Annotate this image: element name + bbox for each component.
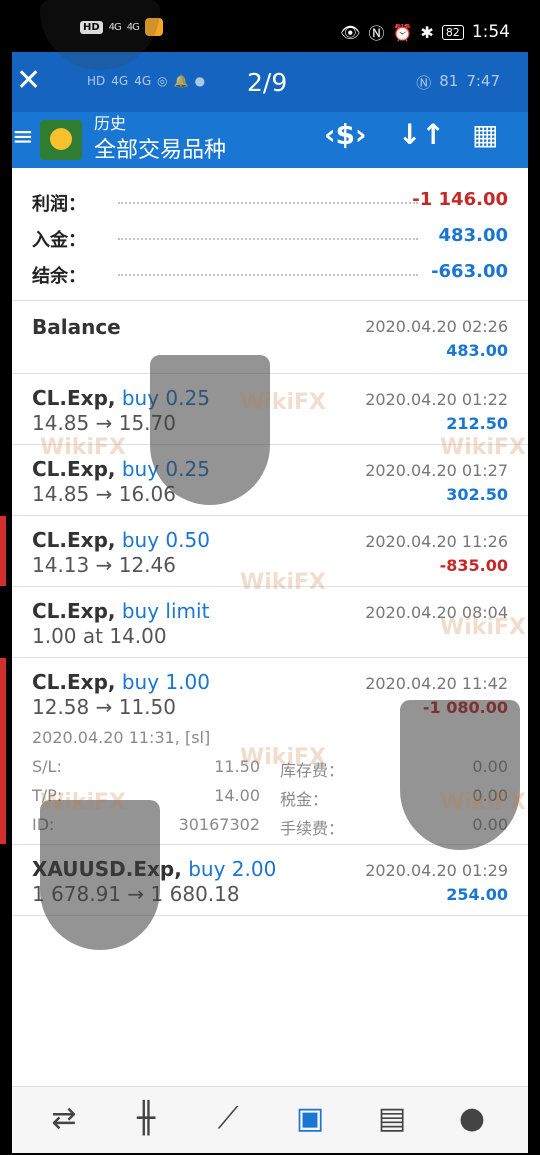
- trade-profit: 483.00: [446, 341, 508, 360]
- signal-icon-2: 4G: [126, 21, 140, 33]
- trade-profit: 254.00: [446, 885, 508, 904]
- calendar-icon[interactable]: ▦: [472, 118, 498, 151]
- summary-profit: 利润： -1 146.00: [12, 180, 528, 216]
- news-icon[interactable]: ▤: [372, 1099, 412, 1139]
- trade-profit: 302.50: [446, 485, 508, 504]
- trade-prices: 12.58 → 11.50: [32, 695, 176, 719]
- summary-deposit: 入金： 483.00: [12, 216, 528, 252]
- trade-date: 2020.04.20 01:27: [365, 461, 508, 480]
- clock: 1:54: [471, 22, 510, 42]
- trade-symbol: Balance: [32, 315, 121, 339]
- trade-profit: -835.00: [439, 556, 508, 575]
- trade-symbol: CL.Exp,: [32, 599, 116, 623]
- status-bar: HD 4G 4G 👁 Ⓝ ⏰ ✱ 82 1:54: [0, 0, 540, 52]
- trade-date: 2020.04.20 01:29: [365, 861, 508, 880]
- trade-prices: 14.85 → 16.06: [32, 482, 176, 506]
- summary-value: -1 146.00: [412, 189, 508, 210]
- trade-prices: 14.13 → 12.46: [32, 553, 176, 577]
- trade-action: buy 1.00: [115, 670, 210, 694]
- summary-panel: 利润： -1 146.00 入金： 483.00 结余： -663.00: [12, 168, 528, 301]
- summary-label: 利润：: [32, 194, 86, 215]
- trade-symbol: CL.Exp,: [32, 386, 116, 410]
- summary-label: 结余：: [32, 266, 86, 287]
- summary-value: -663.00: [431, 261, 508, 282]
- trade-symbol: CL.Exp,: [32, 528, 116, 552]
- chat-icon[interactable]: ●: [452, 1099, 492, 1139]
- image-viewer-bar: ✕ HD 4G 4G ◎ 🔔 ● 2/9 Ⓝ 81 7:47: [12, 52, 528, 112]
- trade-prices: 1 678.91 → 1 680.18: [32, 882, 240, 906]
- trade-date: 2020.04.20 11:42: [365, 674, 508, 693]
- list-item-trade[interactable]: XAUUSD.Exp, buy 2.00 1 678.91 → 1 680.18…: [12, 845, 528, 916]
- inner-status-left: HD 4G 4G ◎ 🔔 ●: [87, 74, 206, 88]
- list-item-trade-expanded[interactable]: CL.Exp, buy 1.00 12.58 → 11.50 2020.04.2…: [0, 658, 528, 845]
- trade-symbol: CL.Exp,: [32, 670, 116, 694]
- trade-symbol: XAUUSD.Exp,: [32, 857, 182, 881]
- trade-date: 2020.04.20 01:22: [365, 390, 508, 409]
- trade-date: 2020.04.20 11:26: [365, 532, 508, 551]
- summary-balance: 结余： -663.00: [12, 252, 528, 288]
- signal-icon: 4G: [108, 21, 122, 33]
- alarm-icon: ⏰: [392, 22, 413, 42]
- trade-prices: 1.00 at 14.00: [32, 624, 167, 648]
- history-icon[interactable]: ▣: [290, 1099, 330, 1139]
- app-notification-icon: [144, 18, 163, 36]
- menu-icon[interactable]: ≡: [12, 122, 34, 152]
- trade-icon[interactable]: ⟋: [208, 1099, 248, 1139]
- trade-profit: -1 080.00: [422, 698, 508, 717]
- trade-date: 2020.04.20 08:04: [365, 603, 508, 622]
- app-toolbar: ≡ 历史 全部交易品种 ‹$› ↓↑ ▦: [12, 112, 528, 168]
- summary-value: 483.00: [438, 225, 508, 246]
- list-item-trade[interactable]: CL.Exp, buy 0.25 14.85 → 16.06 2020.04.2…: [12, 445, 528, 516]
- trade-action: buy limit: [115, 599, 210, 623]
- chart-icon[interactable]: ╫: [126, 1099, 166, 1139]
- toolbar-subtitle: 历史: [94, 114, 127, 133]
- trade-action: buy 0.50: [115, 528, 210, 552]
- bluetooth-icon: ✱: [420, 22, 434, 42]
- history-list[interactable]: 利润： -1 146.00 入金： 483.00 结余： -663.00 Bal…: [0, 168, 528, 1088]
- list-item-balance[interactable]: Balance 2020.04.20 02:26 483.00: [12, 301, 528, 374]
- trade-action: buy 2.00: [181, 857, 277, 881]
- list-item-order[interactable]: CL.Exp, buy limit 1.00 at 14.00 2020.04.…: [12, 587, 528, 658]
- trade-symbol: CL.Exp,: [32, 457, 116, 481]
- battery-icon: 82: [441, 24, 464, 40]
- trade-prices: 14.85 → 15.70: [32, 411, 176, 435]
- inner-time: 7:47: [466, 72, 500, 90]
- trade-action: buy 0.25: [115, 457, 210, 481]
- bottom-navigation: ⇄ ╫ ⟋ ▣ ▤ ●: [12, 1086, 528, 1153]
- close-icon[interactable]: ✕: [16, 66, 41, 96]
- currency-exchange-icon[interactable]: ‹$›: [324, 118, 367, 151]
- trade-date: 2020.04.20 02:26: [365, 317, 508, 336]
- summary-label: 入金：: [32, 230, 86, 251]
- page-title[interactable]: 全部交易品种: [94, 132, 226, 164]
- inner-status-right: Ⓝ 81 7:47: [416, 72, 500, 92]
- app-logo: [40, 120, 82, 160]
- hd-badge: HD: [80, 20, 103, 34]
- list-item-trade[interactable]: CL.Exp, buy 0.50 14.13 → 12.46 2020.04.2…: [0, 516, 528, 587]
- eye-icon: 👁: [340, 22, 361, 42]
- inner-battery: 81: [439, 72, 459, 90]
- page-counter: 2/9: [247, 68, 288, 97]
- nfc-icon: Ⓝ: [368, 24, 385, 43]
- quotes-icon[interactable]: ⇄: [44, 1099, 84, 1139]
- list-item-trade[interactable]: CL.Exp, buy 0.25 14.85 → 15.70 2020.04.2…: [12, 374, 528, 445]
- sort-icon[interactable]: ↓↑: [398, 118, 445, 151]
- trade-profit: 212.50: [446, 414, 508, 433]
- trade-action: buy 0.25: [115, 386, 210, 410]
